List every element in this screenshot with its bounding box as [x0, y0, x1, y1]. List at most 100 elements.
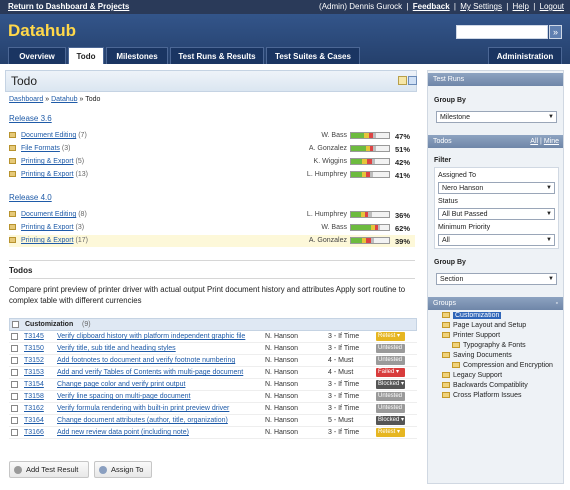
- status-dropdown[interactable]: Blocked ▾: [376, 380, 405, 389]
- progress-segment: [372, 212, 389, 217]
- my-settings-link[interactable]: My Settings: [460, 2, 502, 11]
- test-id-link[interactable]: T3164: [24, 417, 44, 424]
- test-id-link[interactable]: T3150: [24, 345, 44, 352]
- status-dropdown[interactable]: Untested ▾: [376, 356, 405, 372]
- test-id-link[interactable]: T3162: [24, 405, 44, 412]
- filter-label: Filter: [434, 157, 452, 164]
- status-dropdown[interactable]: Retest ▾: [376, 428, 405, 437]
- group-tree-item[interactable]: Backwards Compatiblity: [442, 381, 528, 390]
- milestone-user: W. Bass: [321, 224, 347, 231]
- test-id-link[interactable]: T3145: [24, 333, 44, 340]
- test-title-link[interactable]: Verify line spacing on multi-page docume…: [57, 393, 190, 400]
- tab-test-runs-results[interactable]: Test Runs & Results: [170, 47, 264, 64]
- group-tree-item[interactable]: Page Layout and Setup: [442, 321, 526, 330]
- tab-administration[interactable]: Administration: [488, 47, 562, 64]
- min-priority-select[interactable]: All ▼: [438, 234, 555, 246]
- test-id-link[interactable]: T3154: [24, 381, 44, 388]
- help-link[interactable]: Help: [513, 2, 529, 11]
- breadcrumb-project[interactable]: Datahub: [51, 96, 77, 103]
- milestone-link[interactable]: Document Editing: [21, 211, 76, 218]
- status-dropdown[interactable]: Retest ▾: [376, 332, 405, 341]
- status-dropdown[interactable]: Blocked ▾: [376, 416, 405, 425]
- test-priority: 3 - If Time: [328, 381, 360, 388]
- breadcrumb: Dashboard » Datahub » Todo: [9, 96, 100, 103]
- all-link[interactable]: All: [530, 138, 538, 145]
- group-tree-item[interactable]: Legacy Support: [442, 371, 502, 380]
- milestone-count: (7): [78, 132, 87, 139]
- folder-icon: [452, 342, 460, 348]
- test-checkbox[interactable]: [11, 393, 18, 400]
- group-by-section-select[interactable]: Section ▼: [436, 273, 557, 285]
- test-id-link[interactable]: T3166: [24, 429, 44, 436]
- test-checkbox[interactable]: [11, 369, 18, 376]
- breadcrumb-dashboard[interactable]: Dashboard: [9, 96, 43, 103]
- view-grid-icon[interactable]: [408, 76, 417, 85]
- milestone-link[interactable]: File Formats: [21, 145, 60, 152]
- test-id-link[interactable]: T3152: [24, 357, 44, 364]
- group-tree-item[interactable]: Cross Platform Issues: [442, 391, 521, 400]
- group-tree-item[interactable]: Typography & Fonts: [452, 341, 526, 350]
- milestone-link[interactable]: Printing & Export: [21, 158, 74, 165]
- test-checkbox[interactable]: [11, 345, 18, 352]
- milestone-count: (3): [75, 224, 85, 231]
- feedback-link[interactable]: Feedback: [413, 2, 450, 11]
- test-title-link[interactable]: Add footnotes to document and verify foo…: [57, 357, 235, 364]
- test-id-link[interactable]: T3158: [24, 393, 44, 400]
- test-assignee: N. Hanson: [265, 381, 299, 388]
- group-tree-item[interactable]: Saving Documents: [442, 351, 512, 360]
- test-title-link[interactable]: Verify formula rendering with built-in p…: [57, 405, 229, 412]
- group-tree-item[interactable]: Printer Support: [442, 331, 500, 340]
- assigned-to-value: Nero Hanson: [442, 185, 484, 192]
- milestone-link[interactable]: Printing & Export: [21, 171, 74, 178]
- test-checkbox[interactable]: [11, 417, 18, 424]
- logout-link[interactable]: Logout: [540, 2, 564, 11]
- status-select[interactable]: All But Passed ▼: [438, 208, 555, 220]
- group-tree-item[interactable]: Compression and Encryption: [452, 361, 553, 370]
- mine-link[interactable]: Mine: [544, 138, 559, 145]
- test-title-link[interactable]: Add and verify Tables of Contents with m…: [57, 369, 243, 376]
- test-title-link[interactable]: Verify title, sub title and heading styl…: [57, 345, 176, 352]
- test-title-link[interactable]: Change document attributes (author, titl…: [57, 417, 228, 424]
- group-tree-item[interactable]: Customization: [442, 311, 502, 320]
- status-label: Untested: [378, 357, 403, 363]
- test-checkbox[interactable]: [11, 357, 18, 364]
- status-dropdown[interactable]: Failed ▾: [376, 368, 405, 377]
- test-row: T3145 Verify clipboard history with platf…: [9, 331, 417, 343]
- folder-icon: [442, 392, 450, 398]
- status-dropdown[interactable]: Untested ▾: [376, 344, 405, 360]
- select-all-checkbox[interactable]: [12, 321, 19, 328]
- search-input[interactable]: [456, 25, 548, 39]
- collapse-icon[interactable]: ▫: [556, 297, 558, 310]
- milestone-link[interactable]: Printing & Export: [21, 237, 74, 244]
- milestone-link[interactable]: Printing & Export: [21, 224, 74, 231]
- tab-todo[interactable]: Todo: [68, 47, 104, 64]
- release-link[interactable]: Release 3.6: [9, 114, 52, 123]
- progress-segment: [351, 146, 367, 151]
- status-dropdown[interactable]: Untested ▾: [376, 404, 405, 420]
- test-row: T3164 Change document attributes (author,…: [9, 415, 417, 427]
- test-title-link[interactable]: Change page color and verify print outpu…: [57, 381, 185, 388]
- tab-test-suites-cases[interactable]: Test Suites & Cases: [266, 47, 360, 64]
- group-by-select[interactable]: Milestone ▼: [436, 111, 557, 123]
- test-priority: 3 - If Time: [328, 393, 360, 400]
- tab-milestones[interactable]: Milestones: [106, 47, 168, 64]
- search-button[interactable]: »: [549, 25, 562, 39]
- test-checkbox[interactable]: [11, 381, 18, 388]
- assigned-to-select[interactable]: Nero Hanson ▼: [438, 182, 555, 194]
- test-checkbox[interactable]: [11, 333, 18, 340]
- release-link[interactable]: Release 4.0: [9, 193, 52, 202]
- test-checkbox[interactable]: [11, 429, 18, 436]
- status-dropdown[interactable]: Untested ▾: [376, 392, 405, 408]
- group-header-row: Customization (9): [9, 318, 417, 331]
- test-title-link[interactable]: Add new review data point (including not…: [57, 429, 189, 436]
- milestone-link[interactable]: Document Editing: [21, 132, 76, 139]
- test-checkbox[interactable]: [11, 405, 18, 412]
- test-title-link[interactable]: Verify clipboard history with platform i…: [57, 333, 245, 340]
- assign-to-button[interactable]: Assign To: [94, 461, 152, 478]
- test-row: T3150 Verify title, sub title and heading…: [9, 343, 417, 360]
- view-list-icon[interactable]: [398, 76, 407, 85]
- tab-overview[interactable]: Overview: [8, 47, 66, 64]
- test-id-link[interactable]: T3153: [24, 369, 44, 376]
- return-to-dashboard-link[interactable]: Return to Dashboard & Projects: [8, 0, 129, 14]
- add-test-result-button[interactable]: Add Test Result: [9, 461, 89, 478]
